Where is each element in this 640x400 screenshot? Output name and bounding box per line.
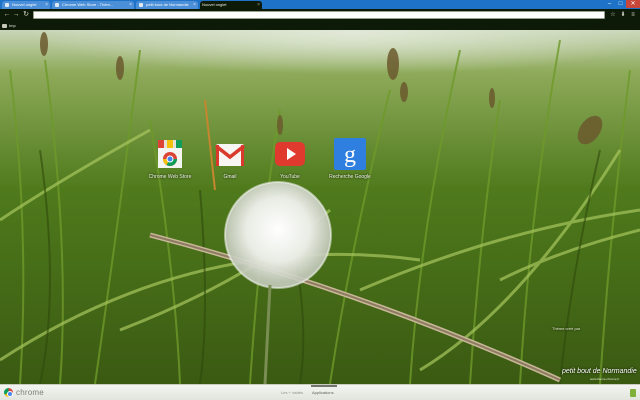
tab-new-tab-1[interactable]: Nouvel onglet × xyxy=(2,1,50,9)
app-youtube[interactable]: YouTube xyxy=(265,138,315,180)
app-label: Recherche Google xyxy=(329,174,371,180)
trash-icon[interactable] xyxy=(630,389,636,397)
tab-close-icon[interactable]: × xyxy=(129,1,132,9)
tab-title: Chrome Web Store - Thèm... xyxy=(62,2,114,7)
web-store-favicon-icon xyxy=(55,3,59,7)
bookmark-label: Imp xyxy=(9,23,16,28)
tab-chrome-web-store[interactable]: Chrome Web Store - Thèm... × xyxy=(52,1,134,9)
new-tab-page: Chrome Web Store Gmail YouTube g Recherc… xyxy=(0,30,640,384)
theme-signature: petit bout de Normandie xyxy=(562,368,637,375)
maximize-button[interactable]: □ xyxy=(615,0,626,8)
tab-new-tab-active[interactable]: Nouvel onglet × xyxy=(200,1,262,9)
tab-title: petit bout de Normandie xyxy=(146,2,189,7)
menu-icon[interactable]: ≡ xyxy=(629,11,637,19)
tab-title: Nouvel onglet xyxy=(12,2,37,7)
app-label: Chrome Web Store xyxy=(148,174,192,180)
app-gmail[interactable]: Gmail xyxy=(205,138,255,180)
most-visited-link[interactable]: Les + visités xyxy=(281,390,303,395)
applications-link[interactable]: Applications xyxy=(312,390,334,395)
app-google-search[interactable]: g Recherche Google xyxy=(325,138,375,180)
bookmarks-bar: Imp xyxy=(0,21,640,30)
bookmark-star-icon[interactable]: ☆ xyxy=(609,11,617,19)
svg-text:g: g xyxy=(344,142,356,168)
app-label: YouTube xyxy=(280,174,300,180)
new-tab-favicon-icon xyxy=(5,3,9,7)
forward-button[interactable]: → xyxy=(12,11,20,19)
app-label: Gmail xyxy=(223,174,237,180)
close-window-button[interactable]: ✕ xyxy=(626,0,640,8)
bookmark-folder-imp[interactable]: Imp xyxy=(2,22,16,29)
active-section-indicator xyxy=(311,385,337,387)
chrome-logo-icon xyxy=(4,388,13,397)
minimize-button[interactable]: – xyxy=(604,0,615,8)
reload-button[interactable]: ↻ xyxy=(22,11,30,19)
ntp-footer: chrome Les + visités Applications xyxy=(0,384,640,400)
tab-close-icon[interactable]: × xyxy=(193,1,196,9)
tab-title: Nouvel onglet xyxy=(202,2,227,7)
app-chrome-web-store[interactable]: Chrome Web Store xyxy=(145,138,195,180)
chrome-wordmark: chrome xyxy=(16,388,44,397)
back-button[interactable]: ← xyxy=(3,11,11,19)
tab-petit-bout-de-normandie[interactable]: petit bout de Normandie × xyxy=(136,1,198,9)
tab-strip: Nouvel onglet × Chrome Web Store - Thèm.… xyxy=(0,0,640,9)
omnibox[interactable] xyxy=(33,11,605,27)
window-controls: – □ ✕ xyxy=(604,0,640,8)
chrome-web-store-icon xyxy=(154,138,186,170)
google-search-icon: g xyxy=(334,138,366,170)
theme-credit-text[interactable]: Thème créé par xyxy=(552,326,580,331)
theme-favicon-icon xyxy=(139,3,143,7)
download-icon[interactable]: ⬇ xyxy=(619,11,627,19)
toolbar: ← → ↻ ☆ ⬇ ≡ xyxy=(0,9,640,27)
tab-close-icon[interactable]: × xyxy=(257,1,260,9)
theme-background-grass-dandelion xyxy=(0,30,640,384)
gmail-icon xyxy=(214,138,246,170)
folder-icon xyxy=(2,23,7,28)
youtube-icon xyxy=(274,138,306,170)
chrome-logo: chrome xyxy=(4,388,44,397)
theme-signature-url: www.theme-chrome.fr xyxy=(590,377,620,381)
tab-close-icon[interactable]: × xyxy=(45,1,48,9)
